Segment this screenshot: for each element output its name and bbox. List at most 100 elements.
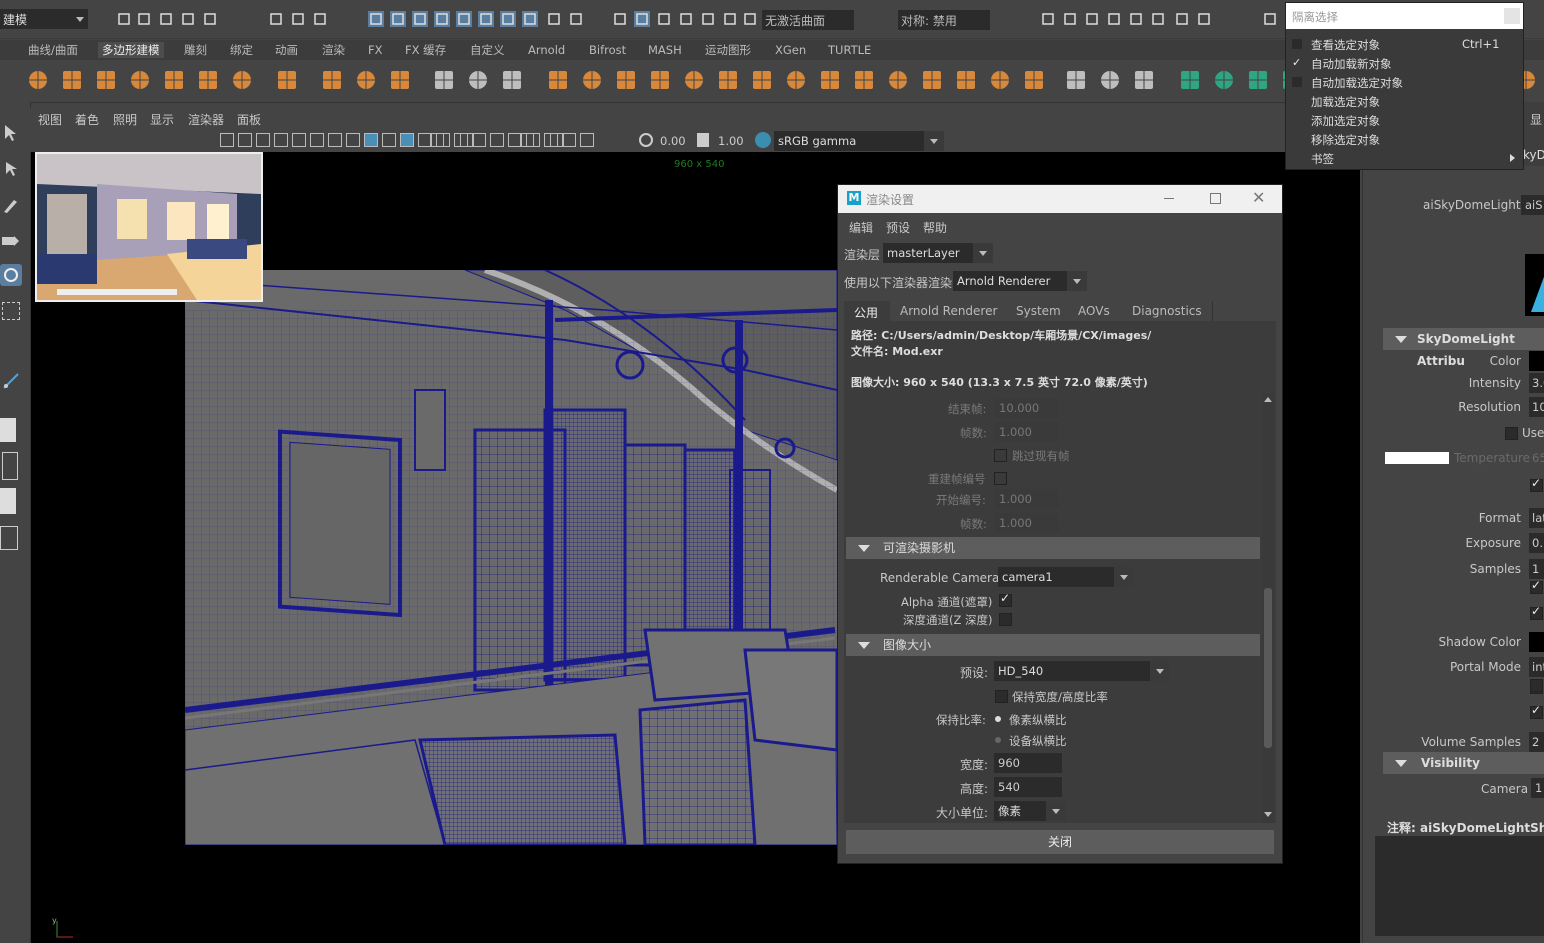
viewport-toggle-icon[interactable] (550, 133, 564, 147)
shelf-tab[interactable]: 多边形建模 (98, 42, 164, 58)
shelf-tab[interactable]: 动画 (275, 42, 298, 58)
viewport-toggle-icon[interactable] (382, 133, 396, 147)
attr-field[interactable] (1529, 351, 1544, 371)
shelf-tool-icon[interactable] (466, 68, 490, 92)
shelf-tab[interactable]: FX (368, 42, 383, 58)
shelf-tool-icon[interactable] (614, 68, 638, 92)
shelf-tool-icon[interactable] (1022, 68, 1046, 92)
shelf-tool-icon[interactable] (784, 68, 808, 92)
status-tool-icon[interactable] (1196, 11, 1212, 27)
shelf-tool-icon[interactable] (1098, 68, 1122, 92)
shelf-tool-icon[interactable] (988, 68, 1012, 92)
shelf-tool-icon[interactable] (354, 68, 378, 92)
dialog-tab[interactable]: Diagnostics (1122, 301, 1213, 321)
status-tool-icon[interactable] (268, 11, 284, 27)
status-tool-icon[interactable] (290, 11, 306, 27)
viewport-toggle-icon[interactable] (562, 133, 576, 147)
popup-checkbox[interactable] (1292, 39, 1302, 49)
viewport-toggle-icon[interactable] (256, 133, 270, 147)
scrollbar[interactable] (1262, 393, 1274, 823)
close-button[interactable]: 关闭 (846, 830, 1274, 854)
shelf-tool-icon[interactable] (1064, 68, 1088, 92)
viewport-toggle-icon[interactable] (274, 133, 288, 147)
shelf-tool-icon[interactable] (432, 68, 456, 92)
layout-two-icon[interactable] (0, 488, 16, 514)
renderable-camera-dropdown[interactable]: camera1 (998, 567, 1134, 587)
status-tool-icon[interactable] (612, 11, 628, 27)
shelf-tool-icon[interactable] (886, 68, 910, 92)
status-tool-icon[interactable] (456, 11, 472, 27)
scale-tool-icon[interactable] (2, 302, 20, 320)
node-tab[interactable]: kyD (1523, 148, 1544, 162)
pixel-aspect-radio[interactable] (995, 716, 1001, 722)
shelf-tool-icon[interactable] (580, 68, 604, 92)
status-tool-icon[interactable] (1174, 11, 1190, 27)
attr-checkbox[interactable] (1530, 703, 1543, 719)
maximize-icon[interactable] (1210, 193, 1221, 204)
shelf-tool-icon[interactable] (500, 68, 524, 92)
size-units-dropdown[interactable]: 像素 (994, 801, 1066, 821)
shelf-tool-icon[interactable] (320, 68, 344, 92)
scroll-thumb[interactable] (1264, 588, 1272, 748)
shelf-tab[interactable]: 运动图形 (705, 42, 751, 58)
popup-menu-item[interactable]: 自动加载选定对象 (1311, 75, 1403, 91)
attr-field[interactable]: 2 (1529, 732, 1544, 752)
attr-checkbox[interactable] (1530, 476, 1543, 492)
panel-menu-item[interactable]: 照明 (113, 111, 137, 128)
status-tool-icon[interactable] (1106, 11, 1122, 27)
shelf-tab[interactable]: MASH (648, 42, 682, 58)
lasso-tool-icon[interactable] (2, 160, 20, 178)
status-tool-icon[interactable] (1262, 11, 1278, 27)
status-tool-icon[interactable] (1150, 11, 1166, 27)
attr-checkbox[interactable] (1530, 604, 1543, 620)
shelf-tool-icon[interactable] (1132, 68, 1156, 92)
status-tool-icon[interactable] (742, 11, 758, 27)
status-tool-icon[interactable] (1128, 11, 1144, 27)
color-management-icon[interactable] (755, 132, 771, 148)
camera-field[interactable]: 1 (1531, 778, 1544, 798)
minimize-icon[interactable] (1164, 198, 1174, 199)
shelf-tool-icon[interactable] (648, 68, 672, 92)
gamma-icon[interactable] (697, 133, 709, 147)
status-tool-icon[interactable] (522, 11, 538, 27)
status-tool-icon[interactable] (158, 11, 174, 27)
shelf-tool-icon[interactable] (716, 68, 740, 92)
snap-tool-icon[interactable] (2, 372, 20, 390)
mode-dropdown[interactable]: 建模 (0, 9, 88, 29)
scroll-down-icon[interactable] (1264, 812, 1272, 817)
viewport-toggle-icon[interactable] (430, 133, 444, 147)
viewport-toggle-icon[interactable] (520, 133, 534, 147)
shelf-tool-icon[interactable] (750, 68, 774, 92)
attr-checkbox[interactable] (1530, 578, 1543, 594)
attr-field[interactable]: 3.0 (1529, 373, 1544, 393)
viewport-toggle-icon[interactable] (310, 133, 324, 147)
popup-checkbox[interactable]: ✓ (1292, 57, 1302, 68)
alpha-checkbox[interactable] (999, 591, 1012, 607)
popup-menu-item[interactable]: 书签 (1311, 151, 1334, 167)
node-name-field[interactable]: aiS (1521, 195, 1544, 215)
dialog-menu-item[interactable]: 帮助 (923, 219, 947, 236)
status-tool-icon[interactable] (1084, 11, 1100, 27)
device-aspect-radio[interactable] (995, 737, 1001, 743)
panel-menu-item[interactable]: 面板 (237, 111, 261, 128)
status-tool-icon[interactable] (678, 11, 694, 27)
shelf-tool-icon[interactable] (94, 68, 118, 92)
popup-menu-item[interactable]: 自动加载新对象 (1311, 56, 1392, 72)
temperature-slider[interactable] (1385, 452, 1449, 464)
shelf-tool-icon[interactable] (1178, 68, 1202, 92)
exposure-field[interactable]: 0.00 (656, 131, 688, 151)
viewport-toggle-icon[interactable] (292, 133, 306, 147)
dialog-tab[interactable]: Arnold Renderer (890, 301, 1007, 321)
isolate-search-field[interactable]: 隔离选择 (1286, 3, 1523, 29)
skydome-section[interactable]: SkyDomeLight Attribu (1383, 328, 1544, 368)
shelf-tool-icon[interactable] (162, 68, 186, 92)
status-tool-icon[interactable] (500, 11, 516, 27)
status-tool-icon[interactable] (722, 11, 738, 27)
viewport-toggle-icon[interactable] (472, 133, 486, 147)
preset-dropdown[interactable]: HD_540 (994, 661, 1170, 681)
viewport-toggle-icon[interactable] (328, 133, 342, 147)
shelf-tool-icon[interactable] (818, 68, 842, 92)
dialog-tab[interactable]: 公用 (844, 301, 891, 321)
status-tool-icon[interactable] (434, 11, 450, 27)
shelf-tab[interactable]: XGen (775, 42, 806, 58)
